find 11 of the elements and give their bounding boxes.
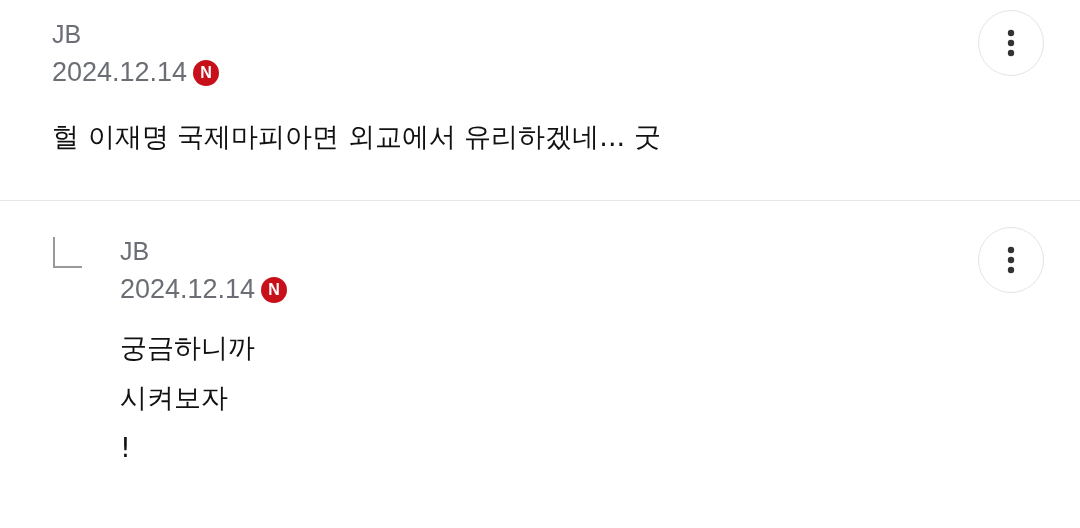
author-name: JB xyxy=(120,236,150,267)
new-badge: N xyxy=(261,276,288,303)
more-icon xyxy=(1007,29,1015,57)
comment-text: 헐 이재명 국제마피아면 외교에서 유리하겠네... 굿 xyxy=(52,119,661,154)
author-name: JB xyxy=(52,19,82,50)
comment-date: 2024.12.14 xyxy=(120,273,256,306)
comment-text: 궁금하니까 시켜보자 ! xyxy=(120,330,255,465)
comment-date: 2024.12.14 xyxy=(52,56,188,89)
more-icon xyxy=(1007,246,1015,274)
new-badge: N xyxy=(193,59,220,86)
reply-indent-icon xyxy=(52,237,82,269)
